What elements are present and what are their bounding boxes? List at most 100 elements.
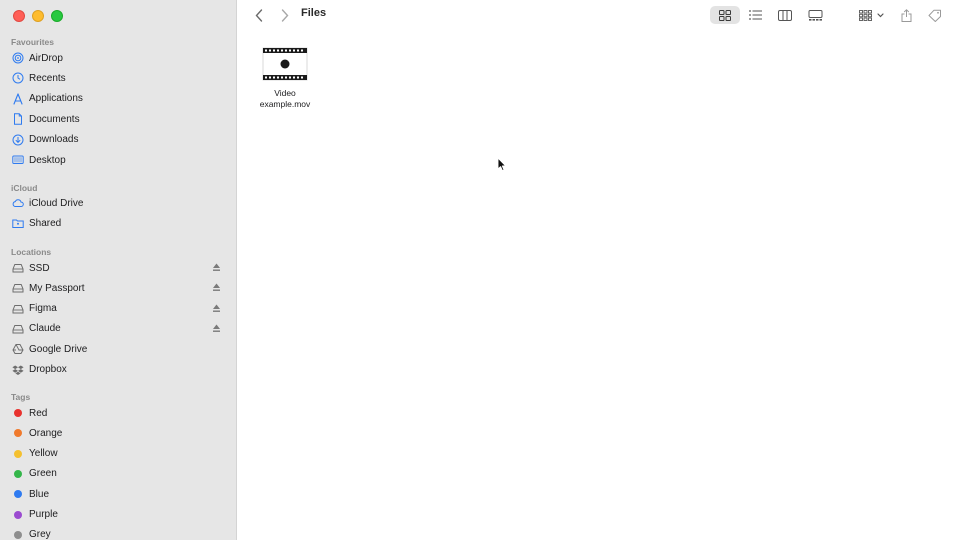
sidebar-item-label: Shared xyxy=(29,217,62,229)
tag-color-dot-icon xyxy=(12,509,24,521)
gallery-view-icon xyxy=(808,9,822,21)
sidebar-item-label: Red xyxy=(29,407,48,419)
sidebar-tag-green[interactable]: Green xyxy=(6,464,231,484)
sidebar-item-label: Blue xyxy=(29,488,50,500)
sidebar-tag-red[interactable]: Red xyxy=(6,403,231,423)
sidebar: Favourites AirDrop Recents Applications Doc… xyxy=(0,0,237,540)
forward-button[interactable] xyxy=(278,6,292,24)
toolbar xyxy=(238,0,960,30)
sidebar-item-figma[interactable]: Figma xyxy=(6,299,231,319)
file-item[interactable]: Video example.mov xyxy=(254,44,316,110)
clock-icon xyxy=(12,72,24,84)
sidebar-item-ssd[interactable]: SSD xyxy=(6,258,231,278)
sidebar-item-label: Green xyxy=(29,468,57,480)
back-button[interactable] xyxy=(252,6,266,24)
sidebar-item-label: Claude xyxy=(29,323,61,335)
sidebar-tag-grey[interactable]: Grey xyxy=(6,525,231,545)
sidebar-item-claude[interactable]: Claude xyxy=(6,319,231,339)
sidebar-item-icloud-drive[interactable]: iCloud Drive xyxy=(6,193,231,213)
sidebar-item-label: Yellow xyxy=(29,448,58,460)
drive-icon xyxy=(12,323,24,335)
sidebar-item-dropbox[interactable]: Dropbox xyxy=(6,360,231,380)
tag-color-dot-icon xyxy=(12,488,24,500)
favourites-header: Favourites xyxy=(11,37,54,47)
cloud-icon xyxy=(12,197,24,209)
mouse-cursor-icon xyxy=(497,157,507,172)
column-view-icon xyxy=(778,9,792,21)
sidebar-item-label: AirDrop xyxy=(29,52,63,64)
drive-icon xyxy=(12,303,24,315)
back-icon xyxy=(255,8,263,22)
sidebar-item-label: My Passport xyxy=(29,282,85,294)
drive-icon xyxy=(12,282,24,294)
window-title: Files xyxy=(301,7,327,19)
tag-color-dot-icon xyxy=(12,468,24,480)
sidebar-item-downloads[interactable]: Downloads xyxy=(6,130,231,150)
sidebar-item-label: Google Drive xyxy=(29,343,88,355)
sidebar-item-label: Desktop xyxy=(29,154,66,166)
sidebar-item-shared[interactable]: Shared xyxy=(6,213,231,233)
zoom-button[interactable] xyxy=(51,10,63,22)
sidebar-tag-blue[interactable]: Blue xyxy=(6,484,231,504)
sidebar-item-my-passport[interactable]: My Passport xyxy=(6,278,231,298)
forward-icon xyxy=(281,8,289,22)
tag-color-dot-icon xyxy=(12,427,24,439)
file-name: Video example.mov xyxy=(260,88,311,110)
icloud-header: iCloud xyxy=(11,183,38,193)
applications-icon xyxy=(12,93,24,105)
sidebar-item-airdrop[interactable]: AirDrop xyxy=(6,48,231,68)
column-view-button[interactable] xyxy=(776,6,794,24)
file-name-line2: example.mov xyxy=(259,99,311,109)
group-icon xyxy=(859,9,884,21)
dropbox-icon xyxy=(12,364,24,376)
locations-header: Locations xyxy=(11,247,52,257)
sidebar-item-label: Downloads xyxy=(29,134,79,146)
icon-view-icon xyxy=(719,9,731,21)
window-controls xyxy=(13,10,63,22)
tag-color-dot-icon xyxy=(12,407,24,419)
sidebar-item-google-drive[interactable]: Google Drive xyxy=(6,339,231,359)
sidebar-tag-orange[interactable]: Orange xyxy=(6,423,231,443)
group-button[interactable] xyxy=(858,6,886,24)
download-icon xyxy=(12,134,24,146)
list-view-button[interactable] xyxy=(746,6,764,24)
sidebar-item-label: Purple xyxy=(29,509,58,520)
sidebar-item-label: Applications xyxy=(29,93,83,105)
close-button[interactable] xyxy=(13,10,25,22)
minimize-button[interactable] xyxy=(32,10,44,22)
sidebar-tag-purple[interactable]: Purple xyxy=(6,505,231,525)
airdrop-icon xyxy=(12,52,24,64)
drive-icon xyxy=(12,262,24,274)
sidebar-item-recents[interactable]: Recents xyxy=(6,68,231,88)
shared-folder-icon xyxy=(12,217,24,229)
tag-color-dot-icon xyxy=(12,448,24,460)
sidebar-item-label: Figma xyxy=(29,303,57,315)
google-drive-icon xyxy=(12,343,24,355)
eject-icon[interactable] xyxy=(212,323,221,334)
icon-view-button[interactable] xyxy=(710,6,740,24)
sidebar-item-applications[interactable]: Applications xyxy=(6,89,231,109)
sidebar-item-label: Documents xyxy=(29,113,80,125)
share-icon xyxy=(901,8,911,22)
eject-icon[interactable] xyxy=(212,303,221,314)
tags-header: Tags xyxy=(11,392,31,402)
eject-icon[interactable] xyxy=(212,262,221,273)
sidebar-item-label: Recents xyxy=(29,72,66,84)
sidebar-item-desktop[interactable]: Desktop xyxy=(6,150,231,170)
video-file-icon xyxy=(262,47,308,81)
tag-button[interactable] xyxy=(926,6,944,24)
list-view-icon xyxy=(748,10,762,20)
sidebar-item-label: Grey xyxy=(29,529,51,541)
share-button[interactable] xyxy=(898,6,914,24)
sidebar-item-label: iCloud Drive xyxy=(29,197,84,209)
sidebar-item-label: Orange xyxy=(29,427,63,439)
sidebar-item-documents[interactable]: Documents xyxy=(6,109,231,129)
gallery-view-button[interactable] xyxy=(806,6,824,24)
desktop-icon xyxy=(12,154,24,166)
tag-color-dot-icon xyxy=(12,529,24,541)
sidebar-tag-yellow[interactable]: Yellow xyxy=(6,444,231,464)
file-name-line1: Video xyxy=(274,88,296,98)
sidebar-item-label: SSD xyxy=(29,262,50,274)
eject-icon[interactable] xyxy=(212,282,221,293)
document-icon xyxy=(12,113,24,125)
